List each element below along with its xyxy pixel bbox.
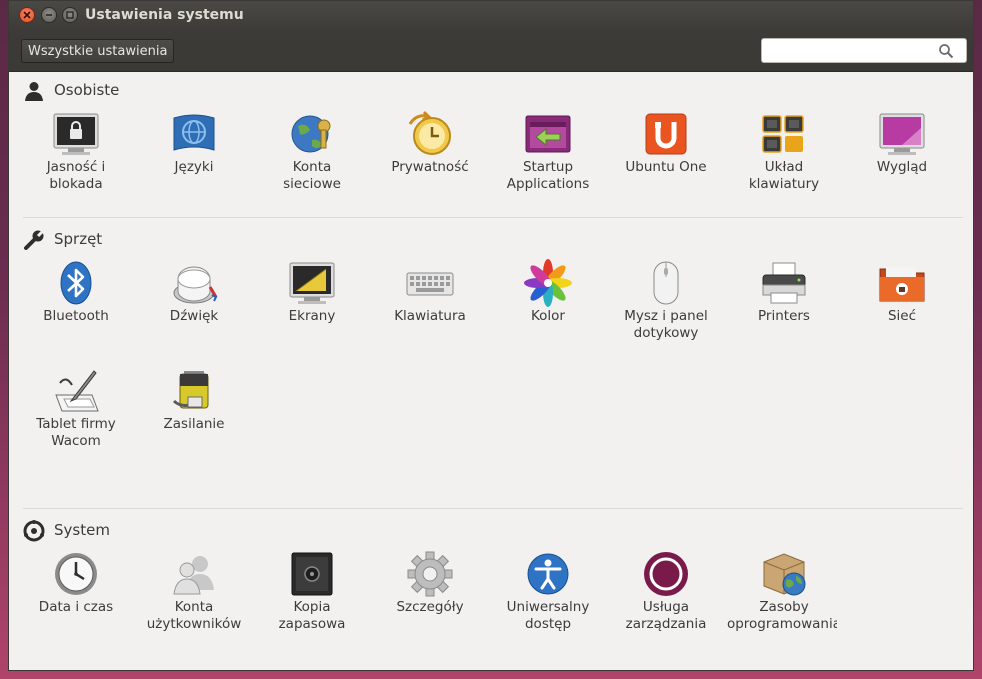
mouse-icon bbox=[653, 261, 679, 305]
brightness-lock-icon bbox=[53, 113, 99, 155]
all-settings-button[interactable]: Wszystkie ustawienia bbox=[21, 39, 175, 63]
title-bar[interactable]: Ustawienia systemu bbox=[9, 1, 973, 31]
settings-content: Osobiste Jasność i blokada Języki Konta … bbox=[9, 72, 973, 670]
wrench-icon bbox=[24, 229, 45, 250]
minimize-window-button[interactable] bbox=[41, 7, 57, 23]
settings-item-label: Kolor bbox=[530, 308, 565, 324]
user-accounts-icon bbox=[173, 556, 214, 595]
settings-item-label: Dźwięk bbox=[169, 308, 219, 324]
backup-safe-icon bbox=[291, 552, 333, 596]
software-sources-icon bbox=[763, 553, 806, 596]
languages-icon bbox=[173, 114, 215, 151]
toolbar: Wszystkie ustawienia bbox=[9, 31, 973, 72]
settings-item-label: Bluetooth bbox=[43, 308, 109, 324]
power-icon bbox=[172, 371, 209, 409]
ubuntu-one-icon bbox=[645, 113, 687, 155]
close-window-button[interactable] bbox=[19, 7, 35, 23]
settings-item-label: Printers bbox=[758, 308, 810, 324]
settings-item-label: Zasoby oprogramowania bbox=[726, 599, 837, 632]
maximize-window-button[interactable] bbox=[62, 7, 78, 23]
window-title: Ustawienia systemu bbox=[85, 7, 244, 23]
settings-item-label: Prywatność bbox=[391, 159, 469, 175]
settings-item-label: Usługa zarządzania bbox=[625, 599, 707, 632]
settings-window: Ustawienia systemu Wszystkie ustawienia … bbox=[8, 0, 974, 671]
section-title-system: System bbox=[54, 521, 110, 539]
appearance-icon bbox=[879, 113, 925, 155]
bluetooth-icon bbox=[60, 261, 92, 305]
section-title-personal: Osobiste bbox=[54, 81, 120, 99]
settings-item-label: Kopia zapasowa bbox=[278, 599, 346, 632]
online-accounts-icon bbox=[291, 115, 331, 153]
settings-item-label: Ubuntu One bbox=[625, 159, 707, 175]
printer-icon bbox=[762, 262, 806, 304]
close-icon bbox=[23, 11, 31, 19]
keyboard-icon bbox=[406, 272, 454, 296]
settings-item-label: Języki bbox=[174, 159, 214, 175]
details-gear-icon bbox=[407, 551, 453, 597]
search-icon bbox=[939, 44, 954, 59]
section-divider bbox=[23, 508, 963, 509]
settings-item-label: Data i czas bbox=[38, 599, 114, 615]
settings-item-label: Zasilanie bbox=[163, 416, 225, 432]
settings-item-label: Jasność i blokada bbox=[46, 159, 106, 192]
settings-item-label: Sieć bbox=[887, 308, 917, 324]
settings-item-label: Startup Applications bbox=[506, 159, 590, 192]
system-gear-icon bbox=[23, 520, 45, 542]
settings-item-label: Wygląd bbox=[876, 159, 928, 175]
section-title-hardware: Sprzęt bbox=[54, 230, 103, 248]
clock-icon bbox=[55, 553, 97, 595]
person-icon bbox=[25, 82, 43, 101]
network-icon bbox=[879, 267, 925, 302]
wacom-tablet-icon bbox=[55, 370, 99, 412]
settings-item-label: Tablet firmy Wacom bbox=[36, 416, 116, 449]
settings-item-label: Szczegóły bbox=[396, 599, 464, 615]
privacy-icon bbox=[408, 110, 451, 155]
sound-icon bbox=[173, 266, 218, 304]
settings-item-label: Mysz i panel dotykowy bbox=[624, 308, 708, 341]
landscape-management-icon bbox=[644, 552, 688, 596]
settings-item-label: Uniwersalny dostęp bbox=[506, 599, 590, 632]
keyboard-layout-icon bbox=[762, 115, 804, 153]
settings-item-label: Układ klawiatury bbox=[748, 159, 820, 192]
universal-access-icon bbox=[527, 553, 569, 595]
minimize-icon bbox=[46, 14, 52, 16]
startup-applications-icon bbox=[525, 115, 571, 153]
maximize-icon bbox=[66, 11, 74, 19]
settings-item-software-sources[interactable]: Zasoby oprogramowania bbox=[725, 550, 837, 640]
settings-item-label: Klawiatura bbox=[394, 308, 466, 324]
color-icon bbox=[524, 259, 572, 307]
search-input[interactable] bbox=[761, 38, 967, 63]
settings-item-label: Konta sieciowe bbox=[283, 159, 341, 192]
displays-icon bbox=[289, 262, 335, 304]
settings-item-label: Konta użytkowników bbox=[146, 599, 242, 632]
section-divider bbox=[23, 217, 963, 218]
settings-item-label: Ekrany bbox=[288, 308, 336, 324]
